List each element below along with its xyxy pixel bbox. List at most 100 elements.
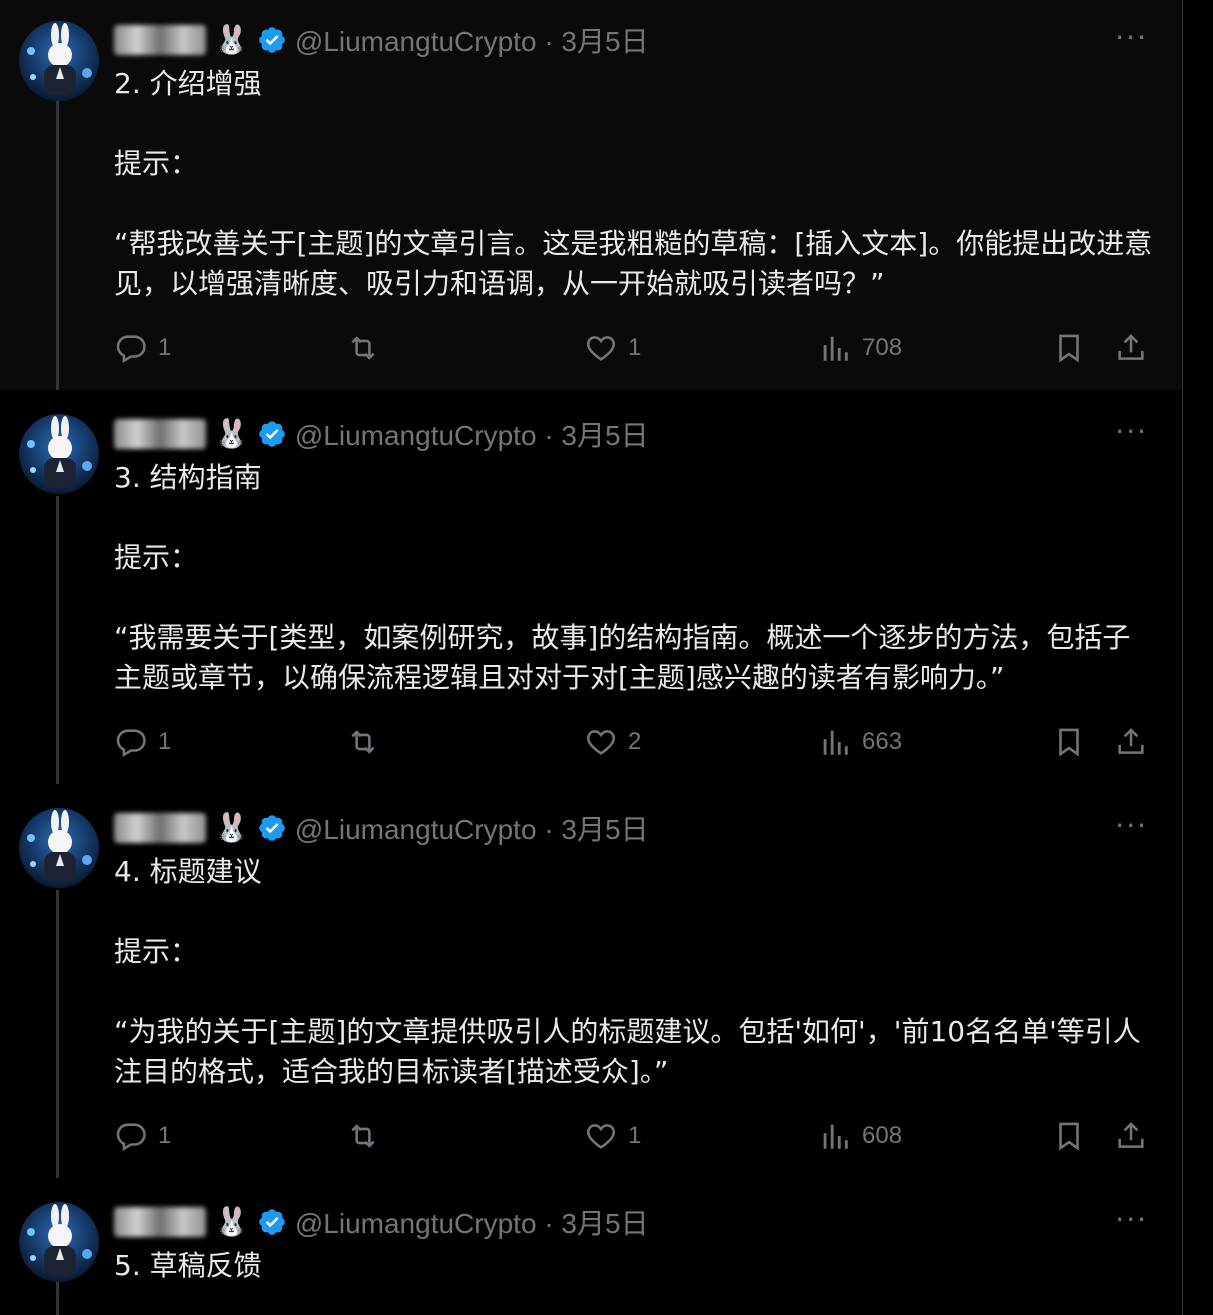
more-icon[interactable]: ···: [1115, 24, 1148, 52]
prompt-label: 提示：: [114, 147, 199, 180]
bookmark-icon: [1059, 1122, 1079, 1151]
tweet-date[interactable]: 3月5日: [561, 814, 648, 845]
views-button[interactable]: 608: [818, 1116, 902, 1156]
tweet-header: 🐰 @LiumangtuCrypto · 3月5日: [114, 1202, 649, 1242]
tweet-title: 3. 结构指南: [114, 461, 262, 494]
prompt-body: “我需要关于[类型，如案例研究，故事]的结构指南。概述一个逐步的方法，包括子主题…: [114, 621, 1131, 694]
separator: ·: [544, 26, 554, 57]
tweet-text: 2. 介绍增强 提示： “帮我改善关于[主题]的文章引言。这是我粗糙的草稿：[插…: [114, 64, 1154, 304]
more-icon[interactable]: ···: [1115, 812, 1148, 840]
bookmark-icon: [1059, 728, 1079, 757]
handle[interactable]: @LiumangtuCrypto: [295, 420, 537, 451]
tweet-handle-and-date[interactable]: @LiumangtuCrypto · 3月5日: [295, 808, 649, 848]
handle[interactable]: @LiumangtuCrypto: [295, 814, 537, 845]
display-name-redacted[interactable]: [114, 25, 206, 55]
views-count: 708: [862, 334, 903, 361]
verified-badge-icon: [259, 421, 285, 447]
tweet[interactable]: 🐰 @LiumangtuCrypto · 3月5日 ··· 4. 标题建议 提示…: [0, 784, 1182, 1178]
retweet-button[interactable]: [346, 1116, 390, 1156]
share-button[interactable]: [1114, 722, 1148, 762]
tweet-title: 2. 介绍增强: [114, 67, 262, 100]
rabbit-avatar-icon: [27, 1204, 92, 1276]
retweet-button[interactable]: [346, 722, 390, 762]
bookmark-button[interactable]: [1052, 722, 1086, 762]
avatar[interactable]: [19, 21, 99, 101]
like-icon: [586, 730, 616, 755]
retweet-icon: [351, 730, 375, 754]
tweet-date[interactable]: 3月5日: [561, 420, 648, 451]
views-button[interactable]: 663: [818, 722, 902, 762]
tweet-title: 5. 草稿反馈: [114, 1249, 262, 1282]
share-button[interactable]: [1114, 1116, 1148, 1156]
retweet-button[interactable]: [346, 328, 390, 368]
side-panel: [1183, 0, 1213, 1315]
rabbit-avatar-icon: [27, 23, 92, 95]
separator: ·: [544, 420, 554, 451]
display-name-redacted[interactable]: [114, 813, 206, 843]
avatar[interactable]: [19, 808, 99, 888]
display-name-emoji: 🐰: [214, 811, 249, 844]
tweet-date[interactable]: 3月5日: [561, 1208, 648, 1239]
thread-line: [56, 890, 59, 1178]
share-button[interactable]: [1114, 328, 1148, 368]
display-name-redacted[interactable]: [114, 1207, 206, 1237]
retweet-icon: [351, 336, 375, 360]
display-name-redacted[interactable]: [114, 419, 206, 449]
separator: ·: [544, 1208, 554, 1239]
reply-icon: [116, 335, 146, 364]
avatar[interactable]: [19, 414, 99, 494]
verified-badge-icon: [259, 27, 285, 53]
prompt-body: “为我的关于[主题]的文章提供吸引人的标题建议。包括'如何'，'前10名名单'等…: [114, 1015, 1141, 1088]
tweet[interactable]: 🐰 @LiumangtuCrypto · 3月5日 ··· 2. 介绍增强 提示…: [0, 0, 1182, 390]
handle[interactable]: @LiumangtuCrypto: [295, 26, 537, 57]
like-button[interactable]: 1: [584, 328, 641, 368]
rabbit-avatar-icon: [27, 810, 92, 882]
share-icon: [1118, 334, 1144, 360]
like-icon: [586, 336, 616, 361]
views-icon: [823, 336, 848, 361]
reply-icon: [116, 1123, 146, 1152]
tweet-actions: 1 2 663: [114, 722, 1154, 762]
tweet-handle-and-date[interactable]: @LiumangtuCrypto · 3月5日: [295, 414, 649, 454]
display-name-emoji: 🐰: [214, 417, 249, 450]
bookmark-button[interactable]: [1052, 1116, 1086, 1156]
thread-line: [56, 1282, 59, 1315]
bookmark-icon: [1059, 334, 1079, 363]
tweet-header: 🐰 @LiumangtuCrypto · 3月5日: [114, 808, 649, 848]
verified-badge-icon: [259, 1209, 285, 1235]
tweet-header: 🐰 @LiumangtuCrypto · 3月5日: [114, 414, 649, 454]
views-count: 663: [862, 728, 903, 755]
reply-button[interactable]: 1: [114, 328, 171, 368]
more-icon[interactable]: ···: [1115, 1206, 1148, 1234]
tweet-date[interactable]: 3月5日: [561, 26, 648, 57]
tweet[interactable]: 🐰 @LiumangtuCrypto · 3月5日 ··· 3. 结构指南 提示…: [0, 390, 1182, 784]
like-count: 1: [628, 334, 642, 361]
tweet-handle-and-date[interactable]: @LiumangtuCrypto · 3月5日: [295, 20, 649, 60]
share-icon: [1118, 728, 1144, 754]
reply-icon: [116, 729, 146, 758]
prompt-label: 提示：: [114, 541, 199, 574]
reply-button[interactable]: 1: [114, 722, 171, 762]
reply-button[interactable]: 1: [114, 1116, 171, 1156]
views-button[interactable]: 708: [818, 328, 902, 368]
tweet-text: 5. 草稿反馈: [114, 1246, 1154, 1286]
rabbit-avatar-icon: [27, 416, 92, 488]
tweet[interactable]: 🐰 @LiumangtuCrypto · 3月5日 ··· 5. 草稿反馈: [0, 1178, 1182, 1315]
display-name-emoji: 🐰: [214, 23, 249, 56]
views-icon: [823, 1124, 848, 1149]
views-count: 608: [862, 1122, 903, 1149]
like-count: 1: [628, 1122, 642, 1149]
like-button[interactable]: 1: [584, 1116, 641, 1156]
like-button[interactable]: 2: [584, 722, 641, 762]
avatar[interactable]: [19, 1202, 99, 1282]
handle[interactable]: @LiumangtuCrypto: [295, 1208, 537, 1239]
tweet-actions: 1 1 708: [114, 328, 1154, 368]
tweet-handle-and-date[interactable]: @LiumangtuCrypto · 3月5日: [295, 1202, 649, 1242]
reply-count: 1: [158, 334, 172, 361]
more-icon[interactable]: ···: [1115, 418, 1148, 446]
tweet-feed: 🐰 @LiumangtuCrypto · 3月5日 ··· 2. 介绍增强 提示…: [0, 0, 1182, 1315]
bookmark-button[interactable]: [1052, 328, 1086, 368]
reply-count: 1: [158, 728, 172, 755]
thread-line: [56, 100, 59, 390]
like-icon: [586, 1124, 616, 1149]
